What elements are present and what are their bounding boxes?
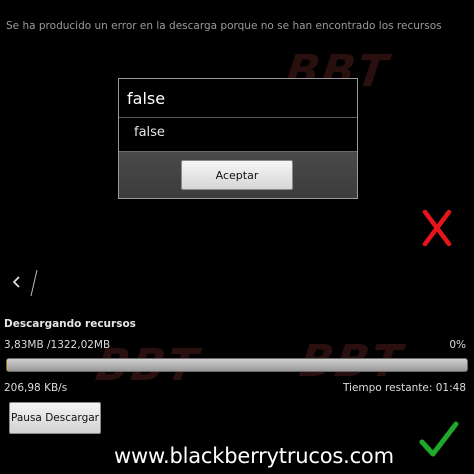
accept-button[interactable]: Aceptar xyxy=(181,160,293,190)
progress-fill xyxy=(7,359,9,371)
dialog-divider xyxy=(119,117,357,118)
section-title: Descargando recursos xyxy=(4,318,136,330)
pause-download-button[interactable]: Pausa Descargar xyxy=(9,402,101,434)
green-check-icon xyxy=(419,421,459,457)
alert-dialog: false false Aceptar xyxy=(118,78,358,199)
site-watermark: www.blackberrytrucos.com xyxy=(114,444,394,468)
time-remaining: Tiempo restante: 01:48 xyxy=(342,382,466,394)
download-progress-bar xyxy=(6,358,468,372)
download-speed: 206,98 KB/s xyxy=(4,382,68,394)
download-size: 3,83MB /1322,02MB xyxy=(4,339,111,351)
download-percent: 0% xyxy=(449,339,466,351)
dialog-title: false xyxy=(127,89,166,108)
dialog-message: false xyxy=(134,125,165,140)
red-x-icon xyxy=(422,209,452,247)
chevron-left-icon[interactable] xyxy=(10,270,40,296)
dialog-button-bar: Aceptar xyxy=(119,151,357,198)
error-message: Se ha producido un error en la descarga … xyxy=(6,20,442,32)
